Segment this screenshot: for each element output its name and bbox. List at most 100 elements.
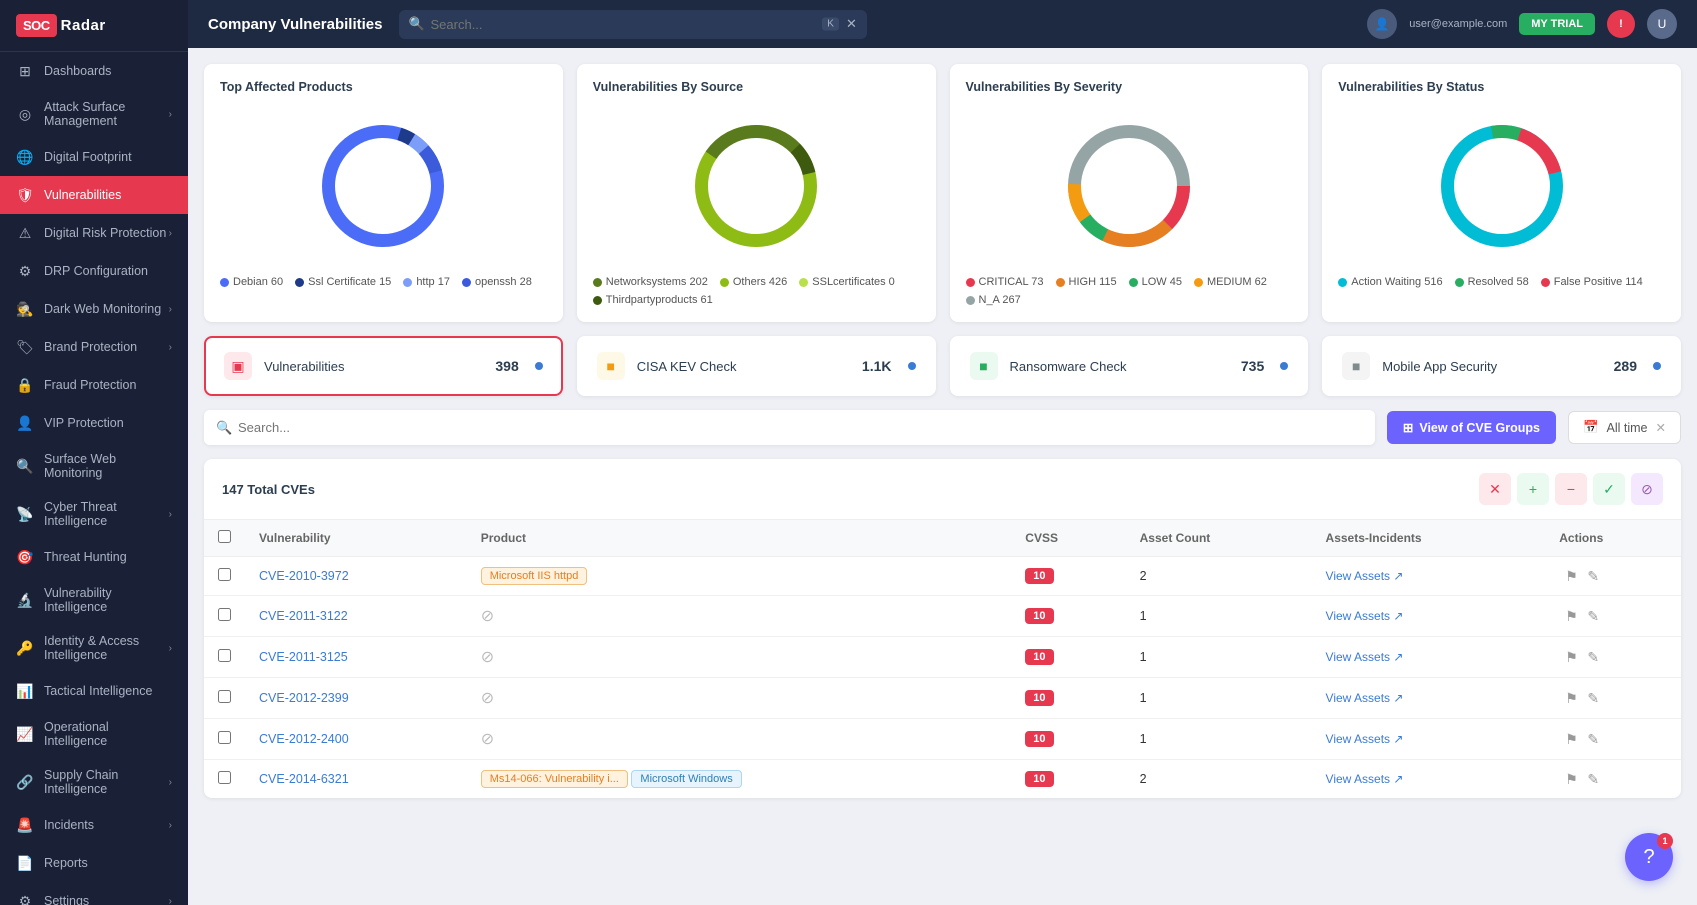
sidebar-item-operational-intel[interactable]: 📈 Operational Intelligence bbox=[0, 710, 188, 758]
view-assets-link[interactable]: View Assets ↗ bbox=[1326, 650, 1404, 664]
cve-link[interactable]: CVE-2010-3972 bbox=[259, 569, 349, 583]
sidebar-item-threat-hunting[interactable]: 🎯 Threat Hunting bbox=[0, 538, 188, 576]
table-action-add-button[interactable]: + bbox=[1517, 473, 1549, 505]
tab-label-mobile: Mobile App Security bbox=[1382, 359, 1601, 374]
action-flag-icon[interactable]: ⚑ bbox=[1565, 568, 1578, 584]
tab-vulnerabilities[interactable]: ▣ Vulnerabilities 398 bbox=[204, 336, 563, 396]
chevron-icon-identity-access: › bbox=[169, 643, 172, 654]
row-checkbox[interactable] bbox=[218, 771, 231, 784]
sidebar-item-drp-config[interactable]: ⚙ DRP Configuration bbox=[0, 252, 188, 290]
action-flag-icon[interactable]: ⚑ bbox=[1565, 690, 1578, 706]
col-product: Product bbox=[467, 520, 1012, 557]
filter-search-input[interactable] bbox=[204, 410, 1375, 445]
search-icon: 🔍 bbox=[409, 16, 425, 32]
view-assets-link[interactable]: View Assets ↗ bbox=[1326, 772, 1404, 786]
row-asset-count: 1 bbox=[1126, 596, 1312, 637]
action-edit-icon[interactable]: ✎ bbox=[1587, 568, 1599, 584]
sidebar-item-cyber-threat[interactable]: 📡 Cyber Threat Intelligence › bbox=[0, 490, 188, 538]
cve-link[interactable]: CVE-2014-6321 bbox=[259, 772, 349, 786]
no-product-icon: ⊘ bbox=[481, 731, 494, 748]
row-checkbox[interactable] bbox=[218, 731, 231, 744]
action-flag-icon[interactable]: ⚑ bbox=[1565, 649, 1578, 665]
sidebar-item-settings[interactable]: ⚙ Settings › bbox=[0, 882, 188, 905]
sidebar-item-vulnerabilities[interactable]: 🛡 Vulnerabilities bbox=[0, 176, 188, 214]
cve-link[interactable]: CVE-2011-3125 bbox=[259, 650, 348, 664]
row-checkbox[interactable] bbox=[218, 649, 231, 662]
topbar-search-input[interactable] bbox=[399, 10, 867, 39]
sidebar-item-vip-protection[interactable]: 👤 VIP Protection bbox=[0, 404, 188, 442]
legend-source: Networksystems 202 Others 426 SSLcertifi… bbox=[593, 276, 920, 306]
action-edit-icon[interactable]: ✎ bbox=[1587, 608, 1599, 624]
sidebar-item-brand-protection[interactable]: 🏷 Brand Protection › bbox=[0, 328, 188, 366]
sidebar-label-supply-chain: Supply Chain Intelligence bbox=[44, 768, 169, 796]
action-edit-icon[interactable]: ✎ bbox=[1587, 771, 1599, 787]
cve-link[interactable]: CVE-2011-3122 bbox=[259, 609, 348, 623]
row-cve-id: CVE-2011-3122 bbox=[245, 596, 467, 637]
tab-ransomware[interactable]: ■ Ransomware Check 735 bbox=[950, 336, 1309, 396]
col-actions: Actions bbox=[1545, 520, 1681, 557]
table-action-remove-button[interactable]: − bbox=[1555, 473, 1587, 505]
table-row: CVE-2012-2400 ⊘ 10 1 View Assets ↗ ⚑ ✎ bbox=[204, 719, 1681, 760]
sidebar-item-vuln-intel[interactable]: 🔬 Vulnerability Intelligence bbox=[0, 576, 188, 624]
sidebar-item-fraud-protection[interactable]: 🔒 Fraud Protection bbox=[0, 366, 188, 404]
sidebar-item-incidents[interactable]: 🚨 Incidents › bbox=[0, 806, 188, 844]
time-filter-dropdown[interactable]: 📅 All time ✕ bbox=[1568, 411, 1681, 444]
sidebar-item-reports[interactable]: 📄 Reports bbox=[0, 844, 188, 882]
user-avatar[interactable]: U bbox=[1647, 9, 1677, 39]
chart-donut-severity bbox=[966, 106, 1293, 266]
tab-count-ransomware: 735 bbox=[1241, 358, 1264, 374]
action-edit-icon[interactable]: ✎ bbox=[1587, 690, 1599, 706]
col-cvss: CVSS bbox=[1011, 520, 1125, 557]
sidebar-item-dark-web[interactable]: 🕵 Dark Web Monitoring › bbox=[0, 290, 188, 328]
search-clear-icon[interactable]: ✕ bbox=[846, 16, 857, 32]
legend-item: HIGH 115 bbox=[1056, 276, 1117, 288]
tab-mobile-app[interactable]: ■ Mobile App Security 289 bbox=[1322, 336, 1681, 396]
table-body: CVE-2010-3972 Microsoft IIS httpd 10 2 V… bbox=[204, 557, 1681, 799]
cve-link[interactable]: CVE-2012-2400 bbox=[259, 732, 349, 746]
product-tag: Ms14-066: Vulnerability i... bbox=[481, 770, 628, 788]
sidebar-item-digital-footprint[interactable]: 🌐 Digital Footprint bbox=[0, 138, 188, 176]
action-edit-icon[interactable]: ✎ bbox=[1587, 649, 1599, 665]
time-filter-clear-icon[interactable]: ✕ bbox=[1656, 420, 1666, 435]
product-tag: Microsoft Windows bbox=[631, 770, 741, 788]
sidebar-item-identity-access[interactable]: 🔑 Identity & Access Intelligence › bbox=[0, 624, 188, 672]
chat-button[interactable]: ? 1 bbox=[1625, 833, 1673, 881]
table-action-more-button[interactable]: ⊘ bbox=[1631, 473, 1663, 505]
tab-icon-mobile: ■ bbox=[1342, 352, 1370, 380]
table-action-reject-button[interactable]: ✕ bbox=[1479, 473, 1511, 505]
notification-badge[interactable]: ! bbox=[1607, 10, 1635, 38]
action-flag-icon[interactable]: ⚑ bbox=[1565, 771, 1578, 787]
row-actions: ⚑ ✎ bbox=[1545, 719, 1681, 760]
action-flag-icon[interactable]: ⚑ bbox=[1565, 731, 1578, 747]
view-cve-groups-button[interactable]: ⊞ View of CVE Groups bbox=[1387, 411, 1556, 444]
action-edit-icon[interactable]: ✎ bbox=[1587, 731, 1599, 747]
chart-title-source: Vulnerabilities By Source bbox=[593, 80, 920, 94]
select-all-checkbox[interactable] bbox=[218, 530, 231, 543]
table-action-confirm-button[interactable]: ✓ bbox=[1593, 473, 1625, 505]
view-assets-link[interactable]: View Assets ↗ bbox=[1326, 569, 1404, 583]
topbar-actions: 👤 user@example.com MY TRIAL ! U bbox=[1367, 9, 1677, 39]
sidebar-item-tactical-intel[interactable]: 📊 Tactical Intelligence bbox=[0, 672, 188, 710]
view-assets-link[interactable]: View Assets ↗ bbox=[1326, 691, 1404, 705]
view-assets-link[interactable]: View Assets ↗ bbox=[1326, 732, 1404, 746]
action-flag-icon[interactable]: ⚑ bbox=[1565, 608, 1578, 624]
view-assets-link[interactable]: View Assets ↗ bbox=[1326, 609, 1404, 623]
sidebar-item-digital-risk[interactable]: ⚠ Digital Risk Protection › bbox=[0, 214, 188, 252]
row-checkbox[interactable] bbox=[218, 568, 231, 581]
sidebar-item-supply-chain[interactable]: 🔗 Supply Chain Intelligence › bbox=[0, 758, 188, 806]
tab-cisa-kev[interactable]: ■ CISA KEV Check 1.1K bbox=[577, 336, 936, 396]
sidebar-item-surface-web[interactable]: 🔍 Surface Web Monitoring bbox=[0, 442, 188, 490]
cvss-badge: 10 bbox=[1025, 568, 1053, 584]
sidebar-item-dashboards[interactable]: ⊞ Dashboards bbox=[0, 52, 188, 90]
vulnerabilities-by-source-card: Vulnerabilities By Source Networksystems… bbox=[577, 64, 936, 322]
no-product-icon: ⊘ bbox=[481, 608, 494, 625]
cve-link[interactable]: CVE-2012-2399 bbox=[259, 691, 349, 705]
tab-icon-ransomware: ■ bbox=[970, 352, 998, 380]
legend-item: Thirdpartyproducts 61 bbox=[593, 294, 713, 306]
row-checkbox[interactable] bbox=[218, 690, 231, 703]
trial-button[interactable]: MY TRIAL bbox=[1519, 13, 1595, 35]
sidebar-icon-vuln-intel: 🔬 bbox=[16, 591, 34, 609]
row-checkbox[interactable] bbox=[218, 608, 231, 621]
sidebar-item-attack-surface[interactable]: ◎ Attack Surface Management › bbox=[0, 90, 188, 138]
table-action-buttons: ✕ + − ✓ ⊘ bbox=[1479, 473, 1663, 505]
